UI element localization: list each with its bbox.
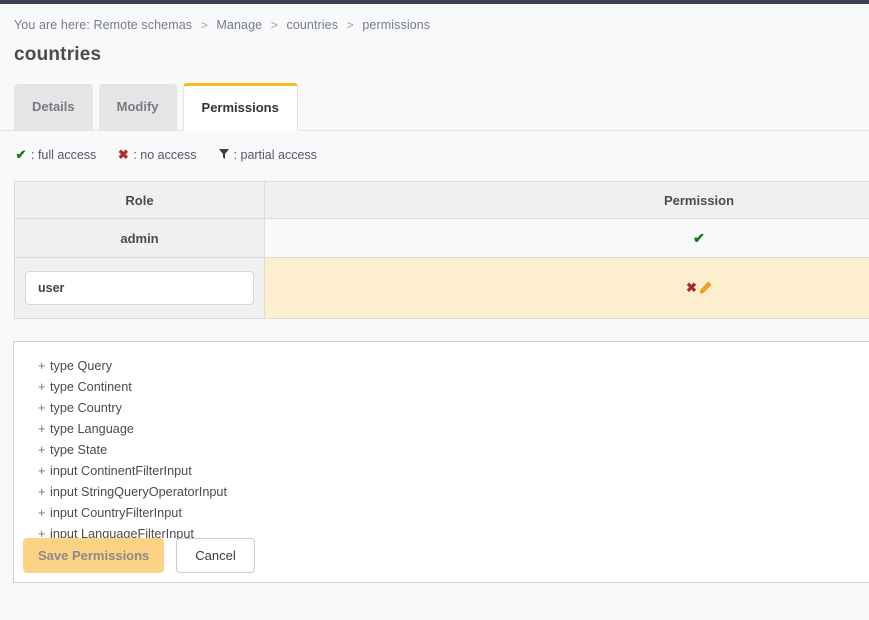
breadcrumb: You are here: Remote schemas > Manage > … (0, 4, 869, 32)
expand-icon[interactable]: + (38, 461, 50, 482)
access-legend: ✔ : full access ✖ : no access : partial … (0, 131, 869, 163)
schema-line[interactable]: + type Country (14, 398, 869, 419)
schema-line-text: type State (50, 443, 108, 457)
action-buttons: Save Permissions Cancel (23, 538, 255, 573)
role-input[interactable] (25, 271, 254, 305)
legend-label-full-access: : full access (31, 148, 97, 162)
breadcrumb-item-permissions[interactable]: permissions (362, 18, 430, 32)
schema-line-text: input ContinentFilterInput (50, 464, 192, 478)
column-header-role: Role (14, 181, 265, 219)
permission-cell-user[interactable]: ✖ (264, 257, 869, 319)
expand-icon[interactable]: + (38, 419, 50, 440)
schema-line-text: type Continent (50, 380, 132, 394)
legend-item-full-access: ✔ : full access (14, 147, 97, 163)
pencil-icon (698, 281, 712, 296)
schema-line-text: type Language (50, 422, 134, 436)
tab-permissions[interactable]: Permissions (182, 83, 298, 131)
legend-label-no-access: : no access (133, 148, 197, 162)
role-cell-admin: admin (14, 218, 265, 258)
cross-icon: ✖ (686, 280, 697, 295)
check-icon[interactable]: ✔ (693, 230, 705, 246)
cross-icon: ✖ (117, 147, 129, 162)
schema-line[interactable]: + input ContinentFilterInput (14, 461, 869, 482)
schema-line-text: type Country (50, 401, 122, 415)
expand-icon[interactable]: + (38, 482, 50, 503)
permissions-table-wrapper: Role Permission admin ✔ user ✖ (14, 181, 869, 319)
expand-icon[interactable]: + (38, 440, 50, 461)
breadcrumb-item-remote-schemas[interactable]: Remote schemas (93, 18, 192, 32)
tab-strip: Details Modify Permissions (0, 83, 869, 131)
table-header-row: Role Permission (14, 181, 869, 219)
table-row: admin ✔ (14, 218, 869, 258)
expand-icon[interactable]: + (38, 398, 50, 419)
breadcrumb-prefix: You are here: (14, 18, 90, 32)
breadcrumb-separator: > (346, 18, 354, 32)
expand-icon[interactable]: + (38, 377, 50, 398)
permission-cell-admin[interactable]: ✔ (264, 218, 869, 258)
tab-details[interactable]: Details (14, 84, 93, 130)
check-icon: ✔ (15, 147, 27, 162)
schema-line[interactable]: + input CountryFilterInput (14, 503, 869, 524)
cancel-button[interactable]: Cancel (176, 538, 255, 573)
schema-line-text: type Query (50, 359, 113, 373)
column-header-permission: Permission (264, 181, 869, 219)
breadcrumb-item-countries[interactable]: countries (286, 18, 338, 32)
schema-line-text: input StringQueryOperatorInput (50, 485, 228, 499)
schema-line[interactable]: + type State (14, 440, 869, 461)
save-permissions-button[interactable]: Save Permissions (23, 538, 165, 573)
edit-permission-button[interactable]: ✖ (686, 280, 712, 296)
page-container: You are here: Remote schemas > Manage > … (0, 4, 869, 583)
tab-modify[interactable]: Modify (98, 84, 177, 130)
schema-line-text: input CountryFilterInput (50, 506, 182, 520)
schema-definition-box: + type Query + type Continent + type Countr… (13, 341, 869, 583)
schema-line[interactable]: + type Continent (14, 377, 869, 398)
breadcrumb-separator: > (270, 18, 278, 32)
role-cell-user (14, 257, 265, 319)
filter-icon (217, 148, 231, 162)
legend-item-partial-access: : partial access (217, 148, 317, 162)
schema-line[interactable]: + type Query (14, 356, 869, 377)
legend-item-no-access: ✖ : no access (116, 147, 197, 163)
breadcrumb-separator: > (200, 18, 208, 32)
expand-icon[interactable]: + (38, 356, 50, 377)
page-title: countries (14, 44, 102, 65)
permissions-table: Role Permission admin ✔ user ✖ (14, 181, 869, 319)
schema-line[interactable]: + type Language (14, 419, 869, 440)
breadcrumb-item-manage[interactable]: Manage (216, 18, 262, 32)
schema-line[interactable]: + input StringQueryOperatorInput (14, 482, 869, 503)
expand-icon[interactable]: + (38, 503, 50, 524)
table-row: ✖ (14, 257, 869, 319)
legend-label-partial-access: : partial access (233, 148, 317, 162)
